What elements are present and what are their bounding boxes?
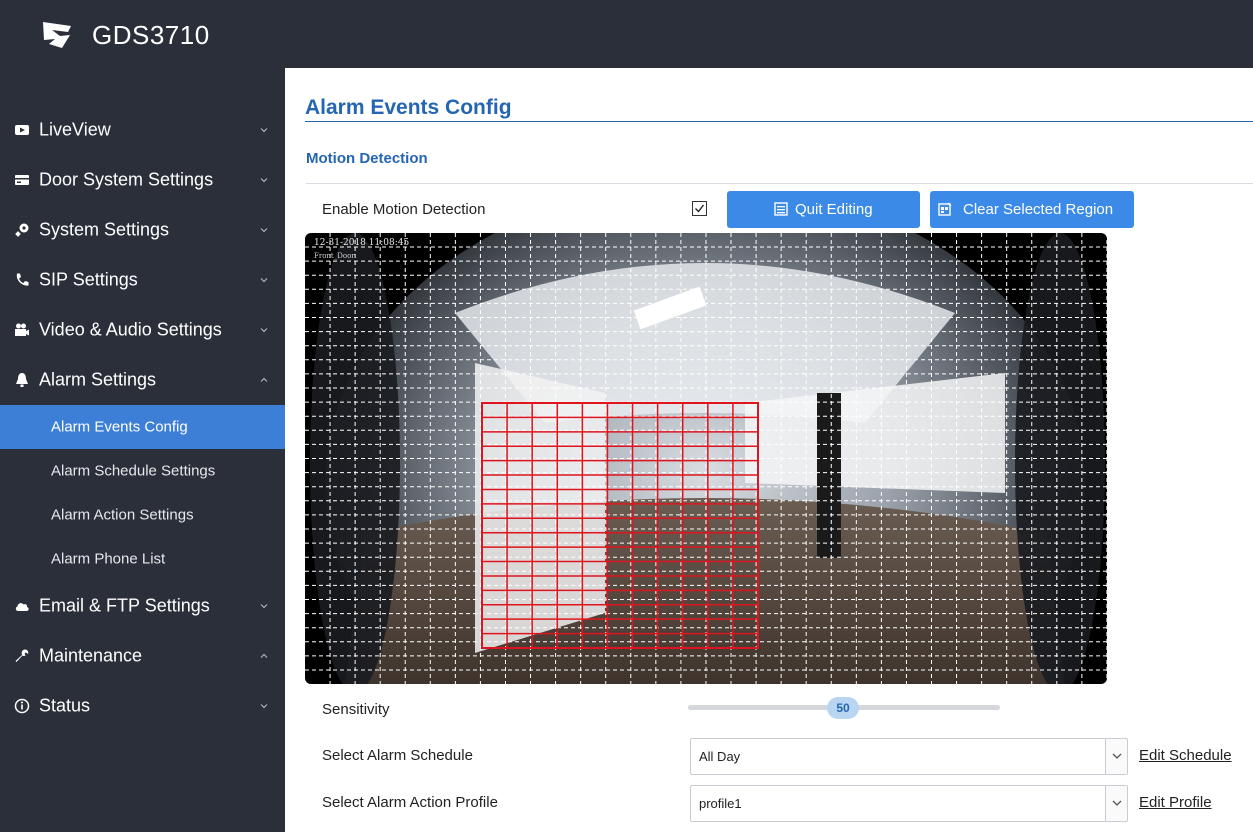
- chevron-down-icon: [260, 128, 268, 133]
- cloud-icon: [15, 603, 29, 611]
- sidebar: LiveView Door System Settings System Set…: [0, 68, 285, 832]
- sidebar-subitem-alarm-action-settings[interactable]: Alarm Action Settings: [0, 493, 285, 537]
- sidebar-item-label: Email & FTP Settings: [39, 595, 210, 616]
- sidebar-subitem-alarm-phone-list[interactable]: Alarm Phone List: [0, 537, 285, 581]
- info-icon: [14, 698, 30, 714]
- chevron-down-icon: [260, 228, 268, 233]
- alarm-schedule-value: All Day: [699, 749, 741, 764]
- alarm-action-profile-select[interactable]: profile1: [690, 785, 1128, 822]
- sidebar-item-system-settings[interactable]: System Settings: [0, 205, 285, 255]
- top-header: GDS3710: [0, 0, 1253, 68]
- sidebar-subitem-alarm-schedule-settings[interactable]: Alarm Schedule Settings: [0, 449, 285, 493]
- quit-editing-button[interactable]: Quit Editing: [727, 191, 920, 228]
- sidebar-item-label: Door System Settings: [39, 169, 214, 190]
- sidebar-item-label: Video & Audio Settings: [39, 319, 222, 340]
- phone-icon: [16, 273, 29, 286]
- sidebar-item-status[interactable]: Status: [0, 681, 285, 731]
- osd-camera-name: Front_Door: [314, 252, 355, 260]
- clear-region-icon: [938, 202, 952, 216]
- chevron-up-icon: [260, 377, 268, 382]
- motion-detection-video[interactable]: 12-31-2018 11:08:45 Front_Door: [305, 233, 1107, 684]
- sidebar-item-label: Alarm Settings: [39, 369, 157, 390]
- sidebar-item-label: LiveView: [39, 119, 111, 140]
- section-divider: [306, 183, 1253, 184]
- edit-schedule-link[interactable]: Edit Schedule: [1139, 747, 1232, 764]
- sidebar-item-label: Status: [39, 695, 91, 716]
- sidebar-item-liveview[interactable]: LiveView: [0, 105, 285, 155]
- chevron-down-icon: [260, 604, 268, 609]
- alarm-action-profile-value: profile1: [699, 796, 742, 811]
- sensitivity-slider-thumb[interactable]: 50: [827, 697, 859, 719]
- app-title: GDS3710: [92, 20, 210, 50]
- section-title: Motion Detection: [306, 150, 428, 167]
- alarm-schedule-select[interactable]: All Day: [690, 738, 1128, 775]
- bell-icon: [16, 373, 28, 387]
- video-icon: [15, 125, 29, 135]
- sidebar-item-alarm-settings[interactable]: Alarm Settings: [0, 355, 285, 405]
- alarm-action-profile-label: Select Alarm Action Profile: [322, 794, 498, 811]
- camera-view: [305, 233, 1107, 684]
- chevron-down-icon: [1112, 753, 1122, 759]
- sidebar-subitem-label: Alarm Action Settings: [51, 506, 194, 524]
- sidebar-subitem-label: Alarm Events Config: [51, 418, 188, 436]
- chevron-down-icon: [260, 328, 268, 333]
- osd-timestamp: 12-31-2018 11:08:45: [314, 238, 410, 248]
- dropdown-arrow[interactable]: [1105, 786, 1127, 821]
- sidebar-item-sip-settings[interactable]: SIP Settings: [0, 255, 285, 305]
- sidebar-item-label: Maintenance: [39, 645, 143, 666]
- page-title: Alarm Events Config: [305, 96, 512, 119]
- chevron-down-icon: [260, 178, 268, 183]
- sidebar-item-label: SIP Settings: [39, 269, 138, 290]
- quit-editing-label: Quit Editing: [795, 201, 873, 218]
- edit-profile-link[interactable]: Edit Profile: [1139, 794, 1212, 811]
- enable-motion-detection-label: Enable Motion Detection: [322, 201, 486, 218]
- camera-icon: [15, 323, 29, 336]
- chevron-down-icon: [260, 704, 268, 709]
- sidebar-subitem-label: Alarm Schedule Settings: [51, 462, 216, 480]
- sidebar-item-door-system[interactable]: Door System Settings: [0, 155, 285, 205]
- grid-edit-icon: [774, 202, 788, 216]
- sidebar-item-maintenance[interactable]: Maintenance: [0, 631, 285, 681]
- clear-selected-region-button[interactable]: Clear Selected Region: [930, 191, 1134, 228]
- sidebar-item-email-ftp[interactable]: Email & FTP Settings: [0, 581, 285, 631]
- alarm-schedule-label: Select Alarm Schedule: [322, 747, 473, 764]
- wrench-icon: [15, 649, 29, 662]
- chevron-up-icon: [260, 653, 268, 658]
- enable-motion-detection-checkbox[interactable]: [692, 201, 707, 216]
- chevron-down-icon: [260, 278, 268, 283]
- sidebar-item-video-audio[interactable]: Video & Audio Settings: [0, 305, 285, 355]
- dropdown-arrow[interactable]: [1105, 739, 1127, 774]
- checkmark-icon: [695, 204, 705, 213]
- sensitivity-label: Sensitivity: [322, 701, 390, 718]
- sidebar-subitem-label: Alarm Phone List: [51, 550, 166, 568]
- sidebar-subitem-alarm-events-config[interactable]: Alarm Events Config: [0, 405, 285, 449]
- settings-icon: [15, 223, 29, 237]
- clear-selected-region-label: Clear Selected Region: [963, 201, 1114, 218]
- grandstream-logo-icon: [43, 22, 71, 48]
- chevron-down-icon: [1112, 800, 1122, 806]
- door-icon: [15, 175, 29, 185]
- sidebar-item-label: System Settings: [39, 219, 170, 240]
- title-divider: [305, 121, 1253, 122]
